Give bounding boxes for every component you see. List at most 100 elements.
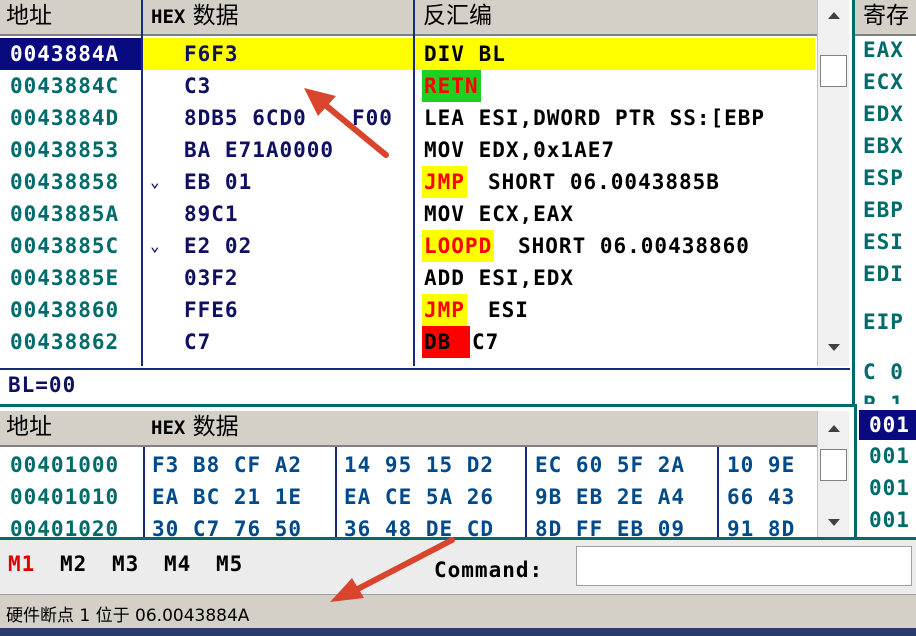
scroll-down-icon[interactable] bbox=[828, 519, 840, 526]
register-ebx[interactable]: EBX bbox=[863, 134, 904, 158]
status-bar: 硬件断点 1 位于 06.0043884A bbox=[0, 594, 916, 629]
disasm-row[interactable]: 0043884C C3 RETN bbox=[0, 70, 815, 102]
dump-header-hex-cjk: 数据 bbox=[192, 414, 239, 440]
dump-address: 00401000 bbox=[10, 453, 120, 477]
stack-row[interactable]: 001 bbox=[869, 444, 910, 468]
register-esp[interactable]: ESP bbox=[863, 166, 904, 190]
register-edi[interactable]: EDI bbox=[863, 262, 904, 286]
registers-header-label: 寄存 bbox=[863, 3, 909, 29]
row-disasm-mnemonic: DB bbox=[422, 326, 470, 358]
status-bottom-strip bbox=[0, 628, 916, 636]
register-ecx[interactable]: ECX bbox=[863, 70, 904, 94]
dump-bytes-2: 14 95 15 D2 bbox=[344, 453, 495, 477]
scroll-down-icon[interactable] bbox=[828, 344, 840, 351]
row-hex: E2 02 bbox=[184, 234, 253, 258]
flag-c[interactable]: C 0 bbox=[863, 360, 904, 384]
info-line: BL=00 bbox=[8, 373, 77, 397]
row-address: 0043885C bbox=[10, 234, 120, 258]
dump-bytes-1: 30 C7 76 50 bbox=[152, 517, 303, 537]
stack-row-selected[interactable]: 001 bbox=[859, 410, 916, 440]
scroll-up-icon[interactable] bbox=[828, 425, 840, 432]
mark-m4-button[interactable]: M4 bbox=[164, 552, 191, 576]
dump-row[interactable]: 00401010 EA BC 21 1E EA CE 5A 26 9B EB 2… bbox=[0, 481, 815, 513]
row-hex: C3 bbox=[184, 74, 212, 98]
dump-bytes-4: 91 8D bbox=[727, 517, 796, 537]
row-disasm-arg: C7 bbox=[472, 330, 500, 354]
dump-bytes-3: EC 60 5F 2A bbox=[535, 453, 686, 477]
dump-bytes-1: EA BC 21 1E bbox=[152, 485, 303, 509]
row-hex: 8DB5 6CD0 bbox=[184, 106, 307, 130]
dump-header-hex-latin: HEX bbox=[151, 417, 186, 439]
dump-address: 00401020 bbox=[10, 517, 120, 537]
dump-row[interactable]: 00401000 F3 B8 CF A2 14 95 15 D2 EC 60 5… bbox=[0, 449, 815, 481]
disasm-row[interactable]: 00438862 C7 DB C7 bbox=[0, 326, 815, 358]
disasm-row[interactable]: 0043884D 8DB5 6CD0 F00 LEA ESI,DWORD PTR… bbox=[0, 102, 815, 134]
stack-row[interactable]: 001 bbox=[869, 508, 910, 532]
row-disasm-mnemonic: LOOPD bbox=[422, 230, 495, 262]
bottom-toolbar: M1 M2 M3 M4 M5 Command: bbox=[0, 540, 916, 594]
row-disasm-arg: ESI bbox=[488, 298, 529, 322]
mark-m5-button[interactable]: M5 bbox=[216, 552, 243, 576]
command-label: Command: bbox=[434, 558, 544, 582]
flag-p[interactable]: P 1 bbox=[863, 388, 904, 404]
row-disasm-arg: SHORT 06.00438860 bbox=[518, 234, 750, 258]
cpu-header-hex-cjk: 数据 bbox=[192, 3, 239, 29]
command-input[interactable] bbox=[576, 546, 912, 586]
register-ebp[interactable]: EBP bbox=[863, 198, 904, 222]
jump-mark-icon: ⌄ bbox=[150, 172, 161, 191]
mark-m3-button[interactable]: M3 bbox=[112, 552, 139, 576]
row-hex: 03F2 bbox=[184, 266, 239, 290]
stack-pane: 001 001 001 001 bbox=[854, 404, 916, 537]
row-disasm-mnemonic: JMP bbox=[422, 166, 467, 198]
row-disasm: MOV ECX,EAX bbox=[424, 202, 575, 226]
disasm-row[interactable]: 00438858 ⌄ EB 01 JMP SHORT 06.0043885B bbox=[0, 166, 815, 198]
dump-header-address[interactable]: 地址 bbox=[0, 411, 147, 447]
register-eip[interactable]: EIP bbox=[863, 310, 904, 334]
disasm-row[interactable]: 0043884A F6F3 DIV BL bbox=[0, 38, 815, 70]
dump-pane: 地址 HEX 数据 00401000 F3 B8 CF A2 14 95 15 … bbox=[0, 407, 854, 537]
disasm-row[interactable]: 00438853 BA E71A0000 MOV EDX,0x1AE7 bbox=[0, 134, 815, 166]
row-disasm: RETN bbox=[422, 70, 481, 102]
disasm-row[interactable]: 0043885E 03F2 ADD ESI,EDX bbox=[0, 262, 815, 294]
row-address: 0043885E bbox=[10, 266, 120, 290]
cpu-header-address-label: 地址 bbox=[6, 3, 52, 29]
cpu-header-disasm[interactable]: 反汇编 bbox=[415, 0, 823, 36]
disasm-row[interactable]: 0043885C ⌄ E2 02 LOOPD SHORT 06.00438860 bbox=[0, 230, 815, 262]
dump-scrollbar[interactable] bbox=[817, 411, 849, 537]
row-disasm: LEA ESI,DWORD PTR SS:[EBP bbox=[424, 106, 766, 130]
row-address: 0043884D bbox=[10, 106, 120, 130]
row-disasm: ADD ESI,EDX bbox=[424, 266, 575, 290]
mark-m2-button[interactable]: M2 bbox=[60, 552, 87, 576]
row-hex: 89C1 bbox=[184, 202, 239, 226]
row-address: 00438853 bbox=[10, 138, 120, 162]
cpu-scrollbar[interactable] bbox=[817, 0, 849, 366]
register-edx[interactable]: EDX bbox=[863, 102, 904, 126]
mark-m1-button[interactable]: M1 bbox=[8, 552, 35, 576]
stack-row[interactable]: 001 bbox=[869, 476, 910, 500]
register-eax[interactable]: EAX bbox=[863, 38, 904, 62]
row-address: 00438862 bbox=[10, 330, 120, 354]
dump-bytes-1: F3 B8 CF A2 bbox=[152, 453, 303, 477]
row-address: 00438860 bbox=[10, 298, 120, 322]
disasm-row[interactable]: 0043885A 89C1 MOV ECX,EAX bbox=[0, 198, 815, 230]
registers-header[interactable]: 寄存 bbox=[855, 0, 916, 36]
dump-row[interactable]: 00401020 30 C7 76 50 36 48 DE CD 8D FF E… bbox=[0, 513, 815, 537]
dump-header-hex[interactable]: HEX 数据 bbox=[143, 411, 823, 447]
cpu-pane: 地址 HEX 数据 反汇编 0043884A F6F3 DIV BL 00438… bbox=[0, 0, 850, 370]
dump-scroll-thumb[interactable] bbox=[820, 449, 847, 481]
dump-bytes-4: 66 43 bbox=[727, 485, 796, 509]
row-disasm-arg: SHORT 06.0043885B bbox=[488, 170, 720, 194]
cpu-header-hex-latin: HEX bbox=[151, 6, 186, 28]
scroll-up-icon[interactable] bbox=[828, 12, 840, 19]
dump-bytes-4: 10 9E bbox=[727, 453, 796, 477]
status-text: 硬件断点 1 位于 06.0043884A bbox=[6, 606, 250, 626]
register-esi[interactable]: ESI bbox=[863, 230, 904, 254]
cpu-scroll-thumb[interactable] bbox=[820, 55, 847, 87]
cpu-header-disasm-label: 反汇编 bbox=[423, 3, 492, 29]
cpu-header-address[interactable]: 地址 bbox=[0, 0, 147, 36]
disasm-row[interactable]: 00438860 FFE6 JMP ESI bbox=[0, 294, 815, 326]
row-disasm: DIV BL bbox=[424, 42, 506, 66]
cpu-header-hex[interactable]: HEX 数据 bbox=[143, 0, 421, 36]
row-hex: FFE6 bbox=[184, 298, 239, 322]
row-hex-tail: F00 bbox=[352, 106, 393, 130]
